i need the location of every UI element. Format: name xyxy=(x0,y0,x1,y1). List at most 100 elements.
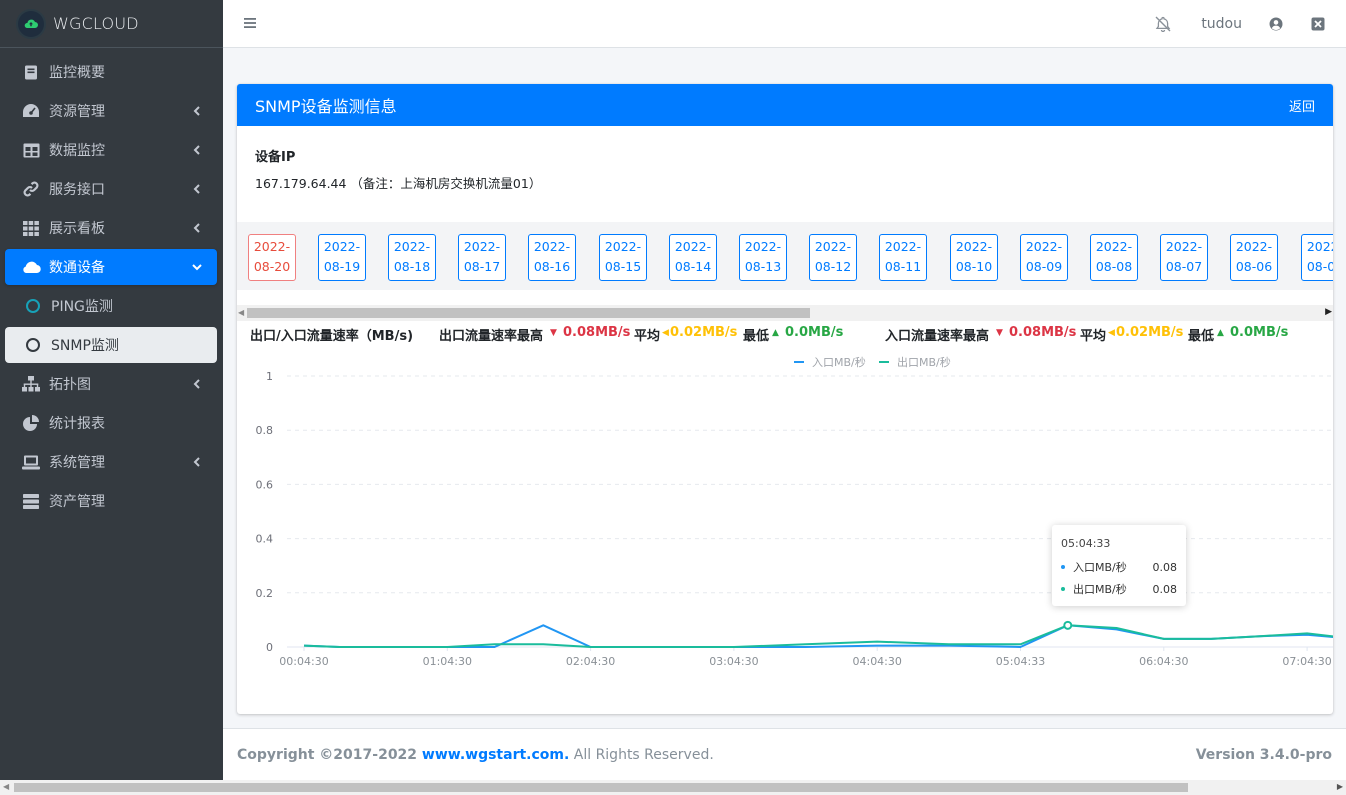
sidebar-item-system[interactable]: 系统管理 xyxy=(5,444,217,480)
date-button[interactable]: 2022- 08-14 xyxy=(669,234,717,281)
sidebar-item-label: 监控概要 xyxy=(49,65,105,81)
sidebar-item-label: 资源管理 xyxy=(49,104,105,120)
scroll-left-icon[interactable]: ◀ xyxy=(3,782,9,791)
card-header: SNMP设备监测信息 返回 xyxy=(237,84,1333,126)
caret-down-icon: ▼ xyxy=(550,328,557,338)
date-button[interactable]: 2022- 08-19 xyxy=(318,234,366,281)
date-button[interactable]: 2022- 08-07 xyxy=(1160,234,1208,281)
top-navbar: tudou xyxy=(223,0,1346,48)
date-scrollbar[interactable]: ◀ ▶ xyxy=(237,305,1333,321)
x-tick-label: 00:04:30 xyxy=(279,655,328,668)
sidebar-item-assets[interactable]: 资产管理 xyxy=(5,483,217,519)
chevron-left-icon xyxy=(191,456,203,468)
navbar-right: tudou xyxy=(1153,0,1346,48)
scroll-left-icon[interactable]: ◀ xyxy=(238,308,244,317)
website-link[interactable]: www.wgstart.com. xyxy=(422,747,569,763)
circle-icon xyxy=(23,296,43,316)
username[interactable]: tudou xyxy=(1201,16,1242,32)
scroll-right-icon[interactable]: ▶ xyxy=(1337,782,1343,791)
sidebar: WGCLOUD 监控概要 资源管理 数据监控 服务接口 展示看板 数通设备 PI… xyxy=(0,0,223,780)
sidebar-item-label: 拓扑图 xyxy=(49,377,91,393)
cloud-icon xyxy=(21,257,41,277)
date-button[interactable]: 2022- 08-08 xyxy=(1090,234,1138,281)
x-tick-label: 05:04:33 xyxy=(996,655,1045,668)
date-button[interactable]: 2022- 08-20 xyxy=(248,234,296,281)
date-button[interactable]: 2022- 08-13 xyxy=(739,234,787,281)
chevron-down-icon xyxy=(191,261,203,273)
page-scrollbar[interactable]: ◀ ▶ xyxy=(0,780,1346,795)
scroll-right-icon[interactable]: ▶ xyxy=(1325,307,1332,317)
close-window-icon[interactable] xyxy=(1308,14,1328,34)
y-tick-label: 0.6 xyxy=(256,478,274,491)
cloud-logo-icon xyxy=(18,10,44,37)
traffic-line-chart[interactable]: 0 0.2 0.4 0.6 0.8 1 00:04:30 01:04:30 02:04:30 03… xyxy=(237,346,1333,696)
date-button[interactable]: 2022- 08-10 xyxy=(950,234,998,281)
scrollbar-thumb[interactable] xyxy=(14,783,1188,792)
date-button[interactable]: 2022- 08-16 xyxy=(528,234,576,281)
out-avg-value: 0.02MB/s xyxy=(670,325,738,340)
bell-slash-icon[interactable] xyxy=(1153,14,1173,34)
grid-icon xyxy=(21,218,41,238)
scrollbar-thumb[interactable] xyxy=(247,308,810,318)
sidebar-item-service-api[interactable]: 服务接口 xyxy=(5,171,217,207)
sidebar-item-label: 服务接口 xyxy=(49,182,105,198)
date-button[interactable]: 2022- 08-09 xyxy=(1020,234,1068,281)
out-avg-label: 平均 xyxy=(634,329,661,344)
book-icon xyxy=(21,62,41,82)
footer-copyright: Copyright ©2017-2022 www.wgstart.com. Al… xyxy=(237,747,714,763)
chevron-left-icon xyxy=(191,105,203,117)
sidebar-item-label: 统计报表 xyxy=(49,416,105,432)
date-button[interactable]: 2022- 08-06 xyxy=(1230,234,1278,281)
tooltip-series-name: 出口MB/秒 xyxy=(1073,583,1127,596)
sidebar-item-dashboard[interactable]: 展示看板 xyxy=(5,210,217,246)
brand[interactable]: WGCLOUD xyxy=(0,0,223,48)
sidebar-item-network-devices[interactable]: 数通设备 xyxy=(5,249,217,285)
series-dot-icon xyxy=(1061,587,1065,591)
sidebar-item-label: 展示看板 xyxy=(49,221,105,237)
date-button[interactable]: 2022- 08-12 xyxy=(809,234,857,281)
sidebar-item-reports[interactable]: 统计报表 xyxy=(5,405,217,441)
sidebar-item-ping[interactable]: PING监测 xyxy=(5,288,217,324)
x-tick-label: 03:04:30 xyxy=(709,655,758,668)
sidebar-item-overview[interactable]: 监控概要 xyxy=(5,54,217,90)
tooltip-time: 05:04:33 xyxy=(1061,537,1111,550)
tooltip-series-value: 0.08 xyxy=(1152,560,1178,574)
in-min-label: 最低 xyxy=(1188,329,1215,344)
link-icon xyxy=(21,179,41,199)
traffic-stats: 出口/入口流量速率（MB/s) 出口流量速率最高 ▼ 0.08MB/s 平均 ◀… xyxy=(250,325,1330,345)
version-text: Version 3.4.0-pro xyxy=(1195,747,1332,763)
device-ip-label: 设备IP xyxy=(255,150,296,165)
menu-toggle-icon[interactable] xyxy=(243,15,259,31)
sidebar-item-snmp[interactable]: SNMP监测 xyxy=(5,327,217,363)
out-min-label: 最低 xyxy=(743,329,770,344)
date-button[interactable]: 2022- 08-15 xyxy=(599,234,647,281)
card-title: SNMP设备监测信息 xyxy=(255,97,397,116)
chevron-left-icon xyxy=(191,183,203,195)
in-avg-value: 0.02MB/s xyxy=(1116,325,1184,340)
sidebar-item-resources[interactable]: 资源管理 xyxy=(5,93,217,129)
user-circle-icon[interactable] xyxy=(1266,14,1286,34)
x-tick-label: 04:04:30 xyxy=(852,655,901,668)
sidebar-item-label: 数据监控 xyxy=(49,143,105,159)
footer: Copyright ©2017-2022 www.wgstart.com. Al… xyxy=(223,728,1346,780)
sidebar-item-data-monitor[interactable]: 数据监控 xyxy=(5,132,217,168)
tooltip-series-value: 0.08 xyxy=(1152,582,1178,596)
date-button[interactable]: 2022- 08-17 xyxy=(458,234,506,281)
laptop-icon xyxy=(21,452,41,472)
sidebar-item-label: 系统管理 xyxy=(49,455,105,471)
sidebar-item-label: 数通设备 xyxy=(49,260,105,276)
stats-title: 出口/入口流量速率（MB/s) xyxy=(250,329,414,344)
out-max-value: 0.08MB/s xyxy=(563,325,631,340)
highlight-point xyxy=(1063,620,1073,630)
sidebar-item-topology[interactable]: 拓扑图 xyxy=(5,366,217,402)
sidebar-item-label: 资产管理 xyxy=(49,494,105,510)
out-max-label: 出口流量速率最高 xyxy=(439,329,544,344)
date-button[interactable]: 2022- 08-05 xyxy=(1301,234,1333,281)
table-icon xyxy=(21,140,41,160)
x-tick-label: 07:04:30 xyxy=(1282,655,1331,668)
footer-version: Version 3.4.0-pro xyxy=(1196,747,1332,763)
date-button[interactable]: 2022- 08-11 xyxy=(879,234,927,281)
y-tick-label: 0.8 xyxy=(256,424,274,437)
date-button[interactable]: 2022- 08-18 xyxy=(388,234,436,281)
back-link[interactable]: 返回 xyxy=(1289,96,1315,115)
